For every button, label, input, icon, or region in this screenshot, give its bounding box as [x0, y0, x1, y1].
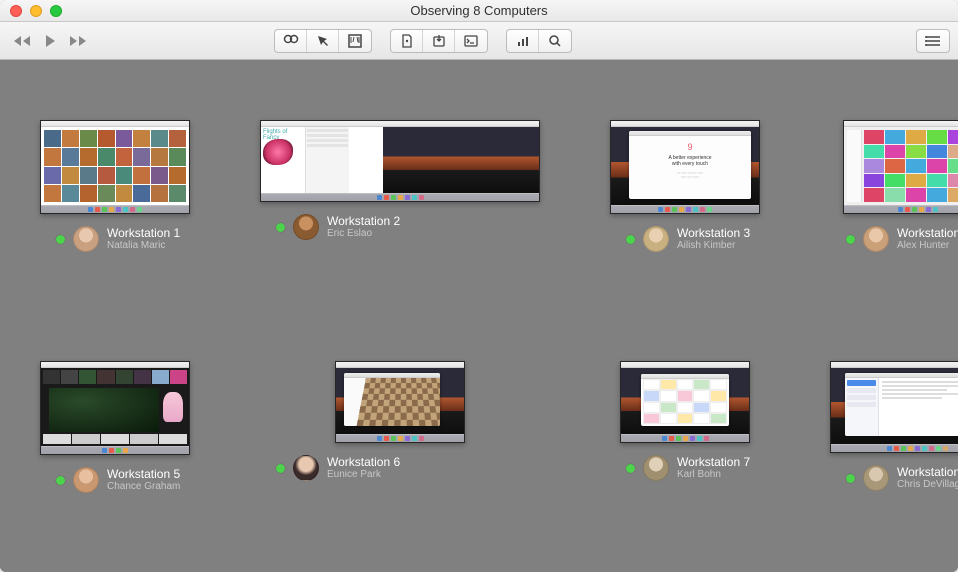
- computer-meta: Workstation 4 Alex Hunter: [830, 226, 958, 252]
- computer-meta: Workstation 6 Eunice Park: [260, 455, 540, 481]
- computer-name: Workstation 6: [327, 456, 400, 469]
- computer-meta: Workstation 3 Ailish Kimber: [610, 226, 760, 252]
- user-avatar: [643, 226, 669, 252]
- window-title: Observing 8 Computers: [0, 3, 958, 18]
- status-indicator: [276, 464, 285, 473]
- computer-cell[interactable]: Workstation 8 Chris DeVillaggio: [830, 361, 958, 491]
- unix-button[interactable]: [455, 30, 487, 52]
- status-indicator: [846, 235, 855, 244]
- computer-meta: Workstation 1 Natalia Maric: [40, 226, 190, 252]
- computer-cell[interactable]: Workstation 6 Eunice Park: [260, 361, 540, 481]
- computer-cell[interactable]: Workstation 5 Chance Graham: [40, 361, 190, 493]
- play-button[interactable]: [36, 30, 64, 52]
- user-avatar: [293, 214, 319, 240]
- user-name: Chance Graham: [107, 481, 180, 492]
- computer-meta: Workstation 5 Chance Graham: [40, 467, 190, 493]
- toolbar-right: [916, 29, 950, 53]
- curtain-button[interactable]: [339, 30, 371, 52]
- status-indicator: [56, 235, 65, 244]
- user-avatar: [73, 226, 99, 252]
- user-name: Eric Eslao: [327, 228, 400, 239]
- computer-cell[interactable]: Workstation 7 Karl Bohn: [610, 361, 760, 481]
- screen-thumbnail[interactable]: [335, 361, 465, 443]
- status-indicator: [56, 476, 65, 485]
- user-name: Chris DeVillaggio: [897, 479, 958, 490]
- screen-thumbnail[interactable]: [843, 120, 958, 214]
- computer-cell[interactable]: 9 A better experiencewith every touch ━━…: [610, 120, 760, 252]
- status-indicator: [276, 223, 285, 232]
- mode-controls: [274, 29, 372, 53]
- app-window: Observing 8 Computers: [0, 0, 958, 572]
- screen-thumbnail[interactable]: 9 A better experiencewith every touch ━━…: [610, 120, 760, 214]
- screen-thumbnail[interactable]: [620, 361, 750, 443]
- minimize-button[interactable]: [30, 5, 42, 17]
- computer-name: Workstation 2: [327, 215, 400, 228]
- computer-cell[interactable]: Workstation 4 Alex Hunter: [830, 120, 958, 252]
- observe-button[interactable]: [275, 30, 307, 52]
- computer-name: Workstation 3: [677, 227, 750, 240]
- toolbar: [0, 22, 958, 60]
- user-name: Ailish Kimber: [677, 240, 750, 251]
- screen-thumbnail[interactable]: [830, 361, 958, 453]
- install-button[interactable]: [423, 30, 455, 52]
- user-avatar: [73, 467, 99, 493]
- control-button[interactable]: [307, 30, 339, 52]
- computers-grid: Workstation 1 Natalia Maric Flights ofFa…: [0, 60, 958, 572]
- status-indicator: [846, 474, 855, 483]
- computer-meta: Workstation 7 Karl Bohn: [610, 455, 760, 481]
- user-avatar: [863, 465, 889, 491]
- computer-meta: Workstation 8 Chris DeVillaggio: [830, 465, 958, 491]
- computer-name: Workstation 1: [107, 227, 180, 240]
- computer-cell[interactable]: Workstation 1 Natalia Maric: [40, 120, 190, 252]
- previous-button[interactable]: [8, 30, 36, 52]
- status-indicator: [626, 464, 635, 473]
- next-button[interactable]: [64, 30, 92, 52]
- user-name: Alex Hunter: [897, 240, 958, 251]
- status-indicator: [626, 235, 635, 244]
- view-controls: [506, 29, 572, 53]
- titlebar: Observing 8 Computers: [0, 0, 958, 22]
- user-avatar: [643, 455, 669, 481]
- screen-thumbnail[interactable]: Flights ofFancy: [260, 120, 540, 202]
- screen-thumbnail[interactable]: [40, 361, 190, 455]
- close-button[interactable]: [10, 5, 22, 17]
- toolbar-center: [274, 29, 572, 53]
- computer-cell[interactable]: Flights ofFancy Workstation 2 Eric: [260, 120, 540, 240]
- reports-button[interactable]: [507, 30, 539, 52]
- computer-name: Workstation 7: [677, 456, 750, 469]
- computer-name: Workstation 4: [897, 227, 958, 240]
- file-controls: [390, 29, 488, 53]
- user-name: Natalia Maric: [107, 240, 180, 251]
- zoom-button[interactable]: [50, 5, 62, 17]
- spotlight-button[interactable]: [539, 30, 571, 52]
- user-avatar: [863, 226, 889, 252]
- user-avatar: [293, 455, 319, 481]
- user-name: Karl Bohn: [677, 469, 750, 480]
- user-name: Eunice Park: [327, 469, 400, 480]
- window-controls: [0, 5, 62, 17]
- screen-thumbnail[interactable]: [40, 120, 190, 214]
- computer-meta: Workstation 2 Eric Eslao: [260, 214, 540, 240]
- playback-controls: [8, 30, 92, 52]
- computer-name: Workstation 5: [107, 468, 180, 481]
- computer-name: Workstation 8: [897, 466, 958, 479]
- list-view-button[interactable]: [917, 30, 949, 52]
- copy-button[interactable]: [391, 30, 423, 52]
